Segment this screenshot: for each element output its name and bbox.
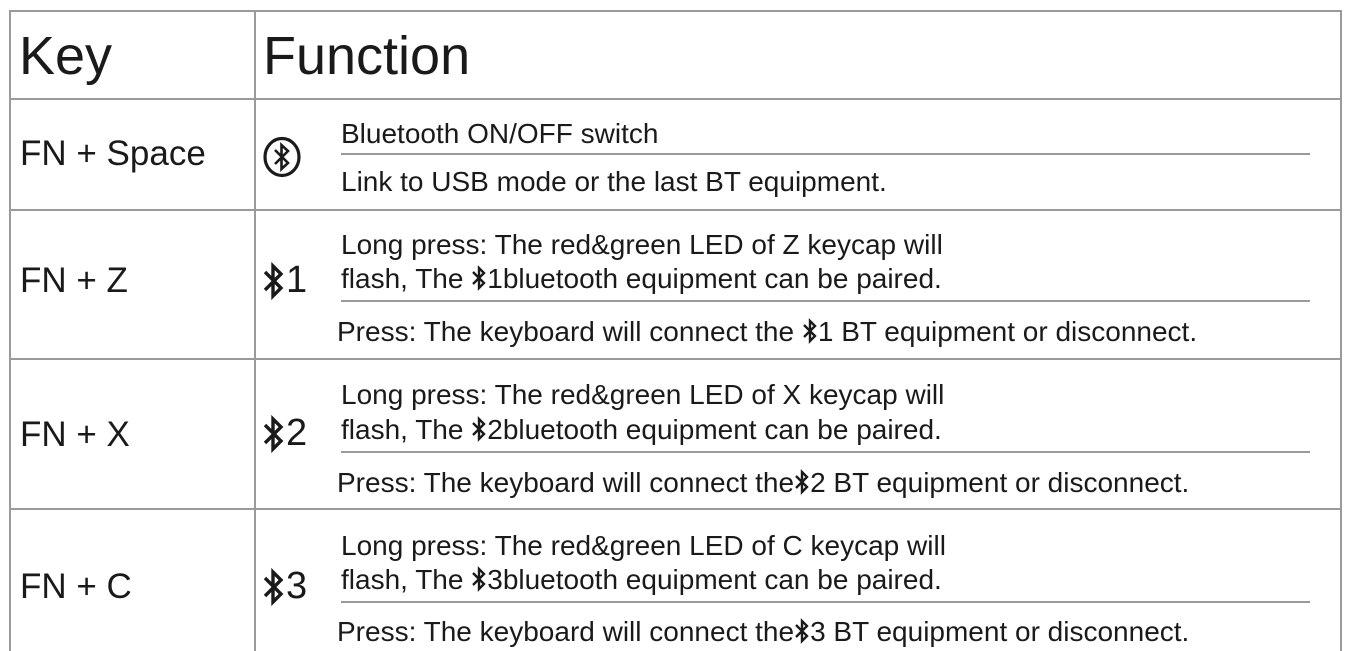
column-divider bbox=[254, 10, 256, 651]
row-divider bbox=[9, 358, 1342, 360]
header-key: Key bbox=[19, 26, 113, 86]
bluetooth-circle-icon bbox=[263, 136, 301, 178]
header-divider bbox=[9, 98, 1342, 100]
bluetooth-2-icon: 2 bbox=[262, 412, 322, 456]
header-function: Function bbox=[263, 26, 471, 86]
function-text: Long press: The red&green LED of Z keyca… bbox=[341, 229, 943, 260]
row-divider bbox=[9, 209, 1342, 211]
function-text: Press: The keyboard will connect the 1 B… bbox=[337, 316, 1198, 347]
function-text: flash, The 3bluetooth equipment can be p… bbox=[341, 564, 942, 595]
bluetooth-icon bbox=[795, 618, 809, 644]
function-text: Long press: The red&green LED of X keyca… bbox=[341, 379, 945, 410]
bluetooth-icon bbox=[802, 318, 817, 344]
bluetooth-icon bbox=[472, 566, 486, 592]
function-text: flash, The 1bluetooth equipment can be p… bbox=[341, 263, 942, 294]
bluetooth-icon bbox=[795, 469, 809, 495]
function-text: Bluetooth ON/OFF switch bbox=[341, 118, 659, 149]
function-text: Press: The keyboard will connect the 3 BT… bbox=[337, 616, 1190, 647]
row-key: FN + X bbox=[20, 415, 130, 454]
key-function-table: Key Function FN + Space Bluetooth ON/OFF… bbox=[0, 0, 1349, 651]
function-text: Link to USB mode or the last BT equipmen… bbox=[341, 166, 887, 197]
bluetooth-1-icon: 1 bbox=[262, 259, 322, 303]
row-divider bbox=[9, 508, 1342, 510]
sub-divider bbox=[341, 300, 1310, 302]
bluetooth-3-icon: 3 bbox=[262, 565, 322, 609]
function-text: Press: The keyboard will connect the 2 BT… bbox=[337, 467, 1190, 498]
bluetooth-icon bbox=[472, 416, 486, 442]
bluetooth-icon bbox=[472, 265, 486, 291]
row-key: FN + C bbox=[20, 567, 132, 606]
function-text: flash, The 2bluetooth equipment can be p… bbox=[341, 414, 942, 445]
sub-divider bbox=[341, 451, 1310, 453]
row-key: FN + Space bbox=[20, 134, 206, 173]
function-text: Long press: The red&green LED of C keyca… bbox=[341, 530, 946, 561]
sub-divider bbox=[341, 153, 1310, 155]
sub-divider bbox=[341, 601, 1310, 603]
row-key: FN + Z bbox=[20, 261, 128, 300]
